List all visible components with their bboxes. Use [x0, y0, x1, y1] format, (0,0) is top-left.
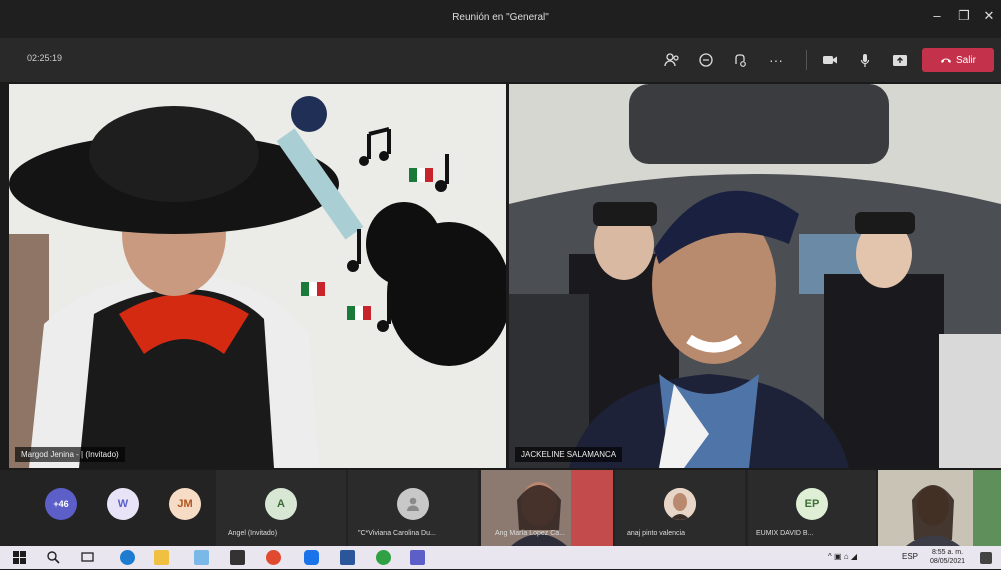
participant-avatar: A — [265, 488, 297, 520]
close-button[interactable]: ✕ — [978, 8, 1000, 24]
participant-avatar-w[interactable]: W — [107, 488, 139, 520]
microphone-icon[interactable] — [853, 48, 877, 72]
self-video-thumbnail — [878, 470, 1001, 546]
windows-taskbar: ^ ▣ ⌂ ◢ ESP 8:55 a. m. 08/05/2021 — [0, 546, 1001, 569]
more-participants-button[interactable]: +46 — [45, 488, 77, 520]
notifications-icon[interactable] — [980, 552, 992, 564]
reactions-icon[interactable] — [728, 48, 752, 72]
teams-icon[interactable] — [410, 550, 425, 565]
clock-date: 08/05/2021 — [930, 558, 966, 565]
participant-avatar: EP — [796, 488, 828, 520]
maximize-button[interactable]: ❐ — [953, 8, 975, 24]
video-tile-margod[interactable]: Margod Jenina - | (Invitado) — [9, 84, 506, 468]
zoom-icon[interactable] — [304, 550, 319, 565]
self-view-tile[interactable] — [878, 470, 1001, 546]
leave-label: Salir — [955, 54, 976, 66]
app-icon[interactable] — [194, 550, 209, 565]
word-icon[interactable] — [340, 550, 355, 565]
browser-icon[interactable] — [376, 550, 391, 565]
windows-start-icon[interactable] — [12, 550, 27, 565]
participant-photo — [664, 488, 696, 520]
participant-name: anaj pinto valencia — [627, 530, 685, 537]
participant-name-tag: Margod Jenina - | (Invitado) — [15, 447, 125, 462]
chat-icon[interactable] — [694, 48, 718, 72]
video-feed-cockpit — [509, 84, 1001, 468]
window-title: Reunión en "General" — [452, 12, 549, 23]
participant-name: "C*Viviana Carolina Du... — [358, 530, 436, 537]
store-icon[interactable] — [230, 550, 245, 565]
meeting-toolbar: 02:25:19 ··· Salir — [0, 38, 1001, 82]
title-bar: Reunión en "General" – ❐ ✕ — [0, 0, 1001, 38]
search-icon[interactable] — [46, 550, 61, 565]
participant-name: Angel (Invitado) — [228, 530, 278, 537]
clock-time: 8:55 a. m. — [931, 549, 964, 556]
participant-tile-anaj[interactable]: anaj pinto valencia — [615, 470, 745, 546]
minimize-button[interactable]: – — [926, 8, 948, 23]
more-actions-button[interactable]: ··· — [764, 48, 788, 72]
meeting-timer: 02:25:19 — [27, 53, 63, 63]
system-tray-icons[interactable]: ^ ▣ ⌂ ◢ — [828, 552, 857, 561]
participant-tile-angel[interactable]: A Angel (Invitado) — [216, 470, 346, 546]
participant-strip: +46 W JM A Angel (Invitado) "C*Viviana C… — [0, 470, 1001, 546]
participants-icon[interactable] — [660, 48, 684, 72]
chrome-icon[interactable] — [266, 550, 281, 565]
phone-hangup-icon — [940, 58, 951, 63]
video-tile-jackeline[interactable]: JACKELINE SALAMANCA — [509, 84, 1001, 468]
share-screen-icon[interactable] — [888, 48, 912, 72]
participant-name: Ang María Lopez Ca... — [495, 530, 566, 537]
task-view-icon[interactable] — [80, 550, 95, 565]
leave-button[interactable]: Salir — [922, 48, 994, 72]
taskbar-clock[interactable]: 8:55 a. m. 08/05/2021 — [930, 548, 965, 566]
participant-name: EUMIX DAVID B... — [756, 530, 814, 537]
participant-tile-eumix[interactable]: EP EUMIX DAVID B... — [748, 470, 876, 546]
participant-tile-viviana[interactable]: "C*Viviana Carolina Du... — [348, 470, 478, 546]
participant-avatar-jm[interactable]: JM — [169, 488, 201, 520]
person-icon — [397, 488, 429, 520]
camera-icon[interactable] — [818, 48, 842, 72]
participant-tile-ang-maria[interactable]: Ang María Lopez Ca... — [481, 470, 613, 546]
video-feed-mariachi — [9, 84, 506, 468]
file-explorer-icon[interactable] — [154, 550, 169, 565]
participant-name-tag: JACKELINE SALAMANCA — [515, 447, 623, 462]
language-indicator[interactable]: ESP — [902, 552, 918, 561]
edge-icon[interactable] — [120, 550, 135, 565]
toolbar-divider — [806, 50, 807, 70]
